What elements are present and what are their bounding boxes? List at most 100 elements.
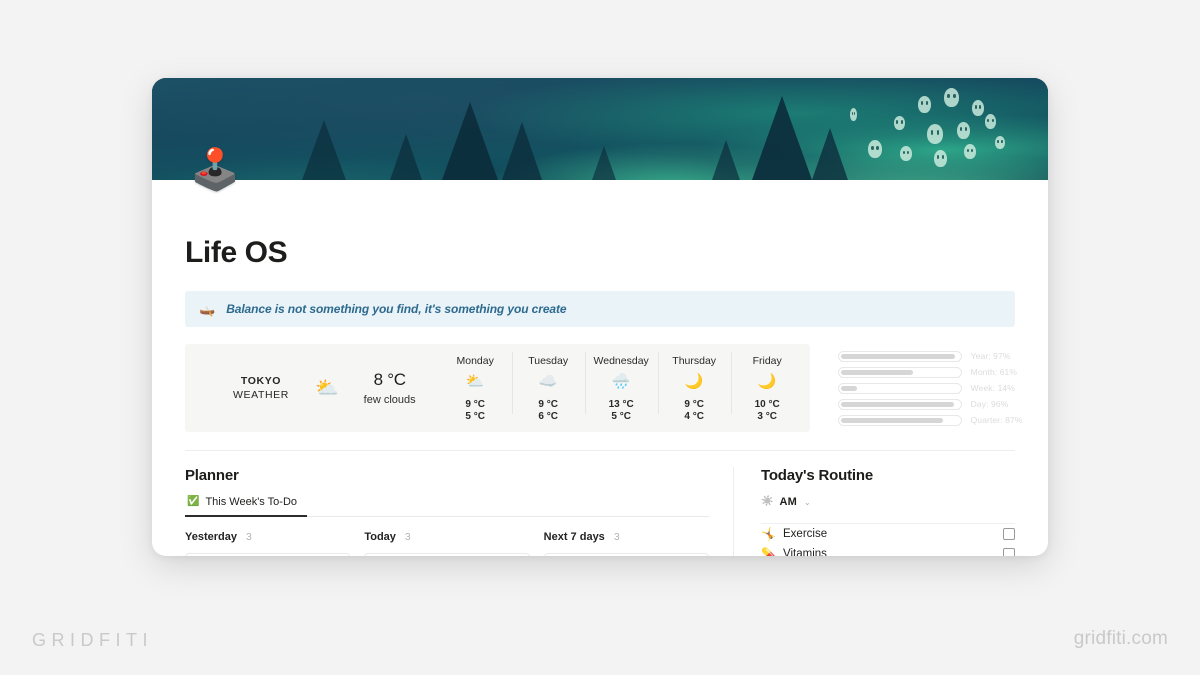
- planner-title: Planner: [185, 467, 239, 484]
- pill-icon: 💊: [761, 547, 776, 556]
- section-divider: [185, 450, 1015, 451]
- planner-board: Yesterday 3 📊 Start Quarterly Report: [185, 531, 709, 556]
- routine-checkbox[interactable]: [1003, 528, 1015, 540]
- sun-icon: ☀️: [761, 496, 774, 507]
- weather-location: TOKYO WEATHER: [225, 374, 297, 402]
- gridfiti-watermark-left: GRIDFITI: [32, 630, 153, 650]
- page-cover-image[interactable]: [152, 78, 1048, 180]
- forecast-day-name: Tuesday: [528, 354, 569, 367]
- board-column-name: Next 7 days: [543, 531, 605, 543]
- forecast-day-name: Thursday: [672, 354, 717, 367]
- board-column-name: Today: [364, 531, 396, 543]
- progress-track: [837, 382, 962, 394]
- forecast-high: 10 °C: [754, 398, 780, 410]
- progress-row: Week: 14%: [837, 382, 1023, 394]
- board-column-today: Today 3 🖼️ Organize Photos: [364, 531, 530, 556]
- kodama-spirit-icon: [944, 88, 959, 107]
- forecast-day-name: Friday: [752, 354, 782, 367]
- routine-item[interactable]: 💊 Vitamins: [761, 544, 1015, 556]
- forecast-low: 3 °C: [757, 410, 777, 422]
- progress-row: Year: 97%: [837, 350, 1023, 362]
- forecast-weather-icon: ☁️: [538, 372, 558, 390]
- weather-forecast: Monday ⛅ 9 °C 5 °C Tuesday ☁️ 9 °C 6 °C …: [439, 351, 804, 422]
- kodama-spirit-icon: [918, 96, 931, 113]
- routine-item[interactable]: 🤸 Exercise: [761, 524, 1015, 544]
- board-column-header: Today 3: [364, 531, 529, 543]
- task-card[interactable]: 📊 Start Quarterly Report: [185, 553, 351, 556]
- quote-text: Balance is not something you find, it's …: [226, 302, 567, 316]
- current-condition: few clouds: [363, 394, 416, 406]
- task-card[interactable]: 🏦 Errand Run: [543, 553, 709, 556]
- conifer-silhouette: [390, 134, 422, 180]
- routine-checkbox[interactable]: [1003, 548, 1015, 556]
- board-column-header: Next 7 days 3: [544, 531, 709, 543]
- routine-item-label: Exercise: [783, 528, 828, 540]
- forecast-day: Tuesday ☁️ 9 °C 6 °C: [511, 351, 585, 422]
- progress-row: Quarter: 87%: [837, 414, 1023, 426]
- conifer-silhouette: [752, 96, 812, 180]
- kodama-spirit-icon: [995, 136, 1005, 149]
- forecast-high: 9 °C: [465, 398, 485, 410]
- kodama-spirit-icon: [972, 100, 984, 116]
- progress-bars-widget: Year: 97% Month: 61% Week: 14% Day: 96% …: [810, 344, 1023, 432]
- forecast-weather-icon: 🌙: [684, 372, 704, 390]
- conifer-silhouette: [812, 128, 848, 180]
- exercise-icon: 🤸: [761, 527, 776, 541]
- forecast-day: Wednesday 🌧️ 13 °C 5 °C: [584, 351, 658, 422]
- tab-label: This Week's To-Do: [205, 496, 298, 508]
- weather-widget[interactable]: TOKYO WEATHER ⛅ 8 °C few clouds Monday ⛅…: [185, 344, 810, 432]
- current-weather-icon: ⛅: [315, 377, 339, 399]
- canoe-icon: 🛶: [199, 301, 216, 317]
- progress-fill: [840, 369, 913, 375]
- forecast-low: 6 °C: [538, 410, 558, 422]
- current-weather: 8 °C few clouds: [353, 370, 427, 406]
- routine-filter-dropdown[interactable]: ☀️ AM ⌄: [761, 496, 1015, 508]
- progress-label: Quarter: 87%: [970, 415, 1023, 425]
- page-title: Life OS: [185, 236, 288, 269]
- kodama-spirit-icon: [957, 122, 970, 139]
- forecast-low: 5 °C: [465, 410, 485, 422]
- kodama-spirit-icon: [850, 108, 857, 121]
- progress-track: [837, 350, 962, 362]
- forecast-weather-icon: 🌙: [757, 372, 777, 390]
- forecast-low: 5 °C: [611, 410, 631, 422]
- kodama-spirit-icon: [900, 146, 912, 161]
- progress-label: Year: 97%: [970, 351, 1011, 361]
- kodama-spirit-icon: [927, 124, 943, 144]
- conifer-silhouette: [592, 146, 616, 180]
- board-column-count: 3: [404, 531, 411, 543]
- lower-columns: Planner ✅ This Week's To-Do Yesterday 3: [185, 467, 1015, 556]
- forecast-weather-icon: ⛅: [465, 372, 485, 390]
- forecast-weather-icon: 🌧️: [611, 372, 631, 390]
- routine-list: 🤸 Exercise 💊 Vitamins 🧴 Morning Skincare: [761, 523, 1015, 556]
- weather-label: WEATHER: [233, 389, 289, 401]
- task-card[interactable]: 🖼️ Organize Photos: [364, 553, 530, 556]
- tab-this-weeks-todo[interactable]: ✅ This Week's To-Do: [185, 496, 308, 517]
- chevron-down-icon: ⌄: [803, 497, 811, 507]
- progress-fill: [840, 385, 858, 391]
- current-temperature: 8 °C: [373, 370, 406, 389]
- conifer-silhouette: [302, 120, 346, 180]
- progress-label: Week: 14%: [970, 383, 1015, 393]
- forecast-high: 13 °C: [608, 398, 634, 410]
- board-column-yesterday: Yesterday 3 📊 Start Quarterly Report: [185, 531, 351, 556]
- kodama-spirit-icon: [964, 144, 976, 159]
- progress-fill: [840, 353, 956, 359]
- conifer-silhouette: [442, 102, 498, 180]
- board-column-count: 3: [245, 531, 252, 543]
- board-column-count: 3: [613, 531, 620, 543]
- progress-row: Month: 61%: [837, 366, 1023, 378]
- progress-fill: [840, 401, 954, 407]
- forecast-low: 4 °C: [684, 410, 704, 422]
- progress-label: Day: 96%: [970, 399, 1009, 409]
- notion-window: 🕹️ Life OS 🛶 Balance is not something yo…: [152, 78, 1048, 556]
- forecast-day-name: Monday: [456, 354, 494, 367]
- board-column-name: Yesterday: [185, 531, 237, 543]
- quote-callout: 🛶 Balance is not something you find, it'…: [185, 291, 1015, 327]
- progress-label: Month: 61%: [970, 367, 1018, 377]
- planner-section: Planner ✅ This Week's To-Do Yesterday 3: [185, 467, 733, 556]
- progress-track: [837, 414, 962, 426]
- routine-filter-label: AM: [779, 496, 797, 508]
- page-icon-joystick[interactable]: 🕹️: [190, 150, 240, 190]
- kodama-spirit-icon: [868, 140, 882, 158]
